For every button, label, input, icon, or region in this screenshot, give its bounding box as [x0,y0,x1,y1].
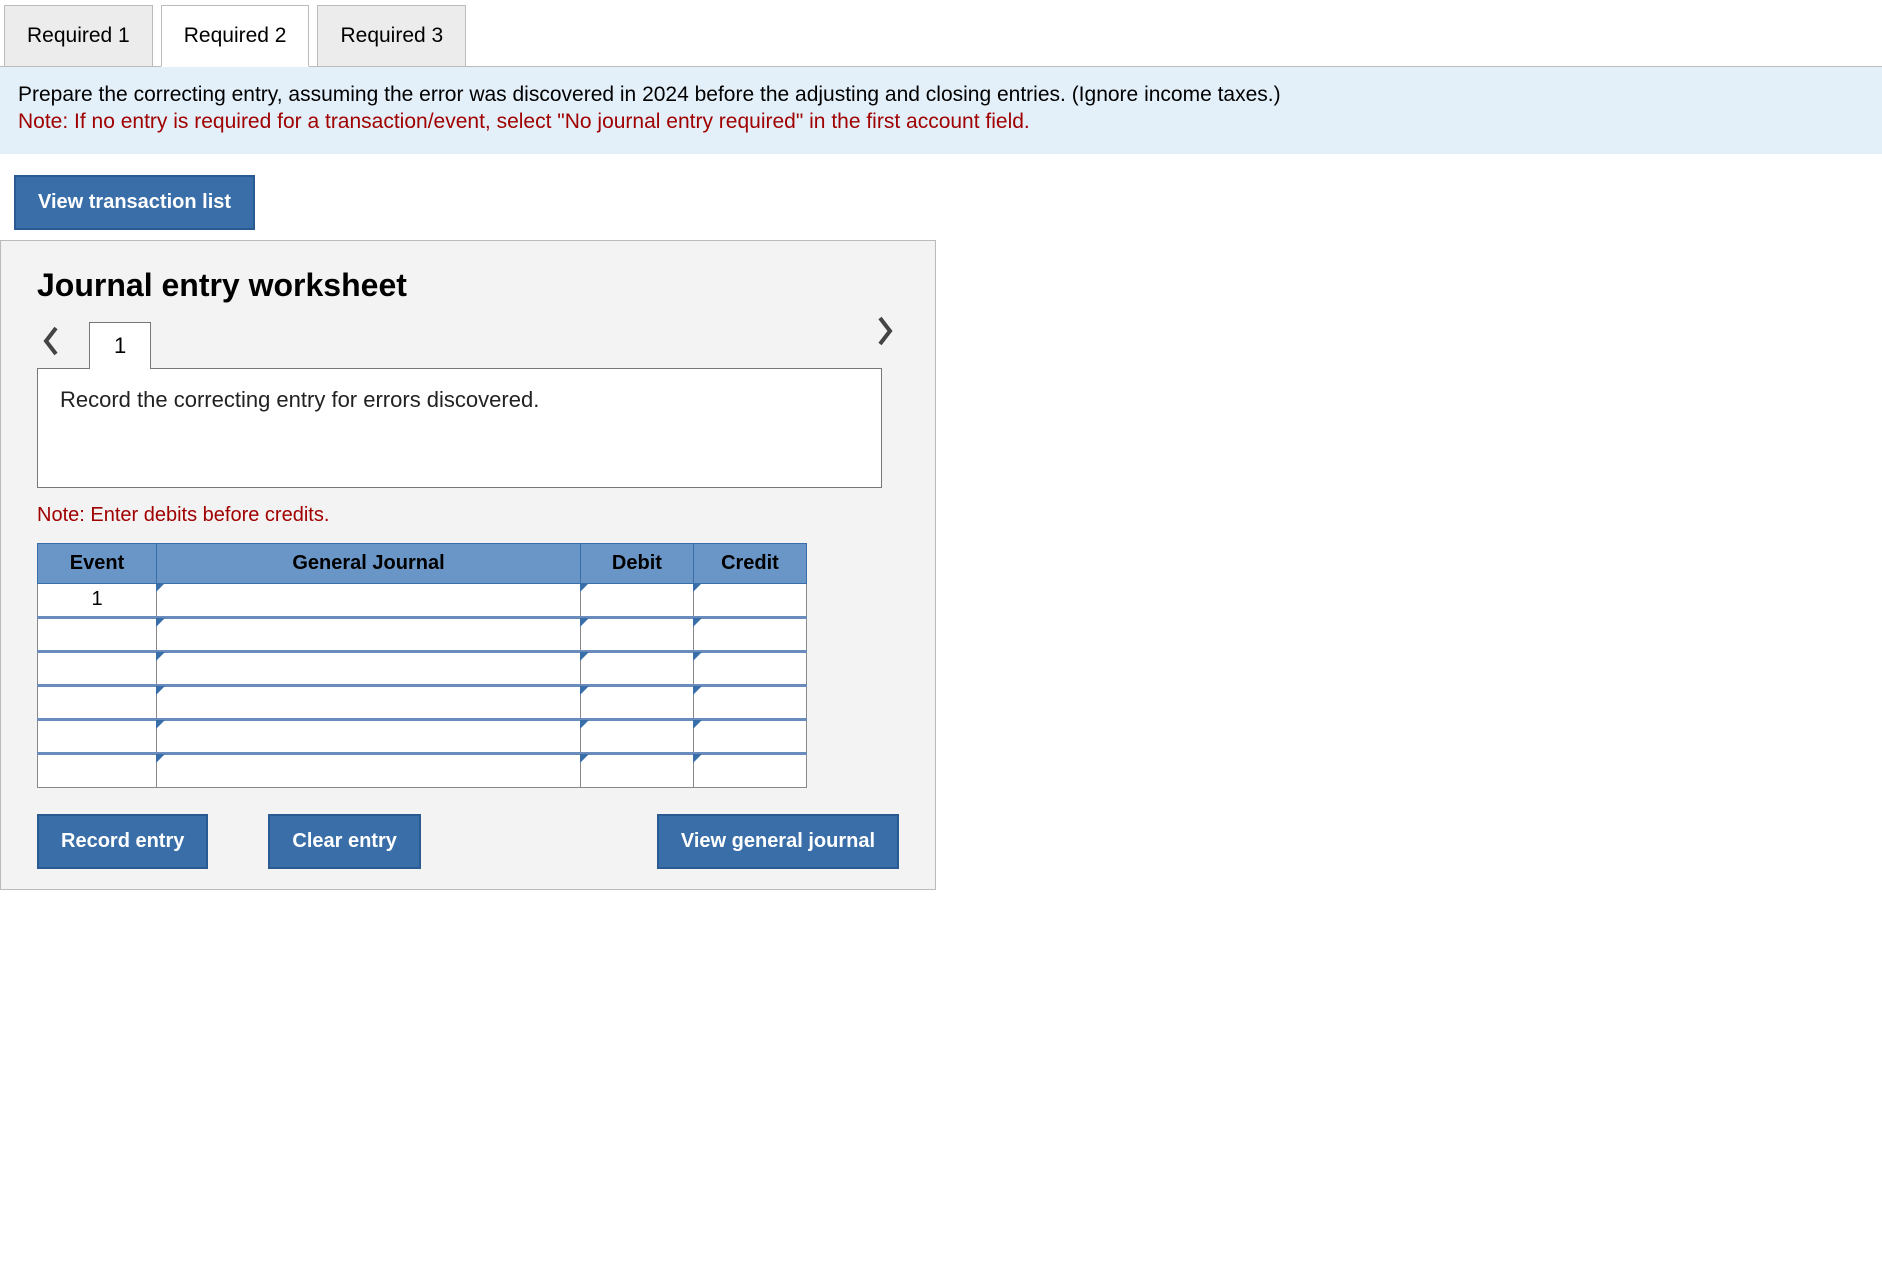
table-row [38,753,807,787]
event-cell [38,719,157,753]
journal-entry-worksheet: Journal entry worksheet 1 Record the cor… [0,240,936,890]
view-general-journal-button[interactable]: View general journal [657,814,899,869]
record-entry-button[interactable]: Record entry [37,814,208,869]
header-general-journal: General Journal [157,543,581,583]
entry-tab-1[interactable]: 1 [89,322,151,369]
general-journal-cell[interactable] [157,583,581,617]
credit-cell[interactable] [693,685,806,719]
view-transaction-list-button[interactable]: View transaction list [14,175,255,230]
debit-cell[interactable] [580,685,693,719]
general-journal-cell[interactable] [157,719,581,753]
table-row [38,617,807,651]
general-journal-cell[interactable] [157,753,581,787]
note-debits-before-credits: Note: Enter debits before credits. [37,504,899,527]
debit-cell[interactable] [580,651,693,685]
event-cell: 1 [38,583,157,617]
header-event: Event [38,543,157,583]
header-debit: Debit [580,543,693,583]
worksheet-title: Journal entry worksheet [37,267,899,304]
event-cell [38,753,157,787]
debit-cell[interactable] [580,753,693,787]
event-cell [38,617,157,651]
general-journal-cell[interactable] [157,617,581,651]
instruction-text-main: Prepare the correcting entry, assuming t… [18,81,1864,108]
entry-instruction-box: Record the correcting entry for errors d… [37,368,882,488]
event-cell [38,685,157,719]
tab-required-2[interactable]: Required 2 [161,5,310,67]
tab-required-3[interactable]: Required 3 [317,5,466,67]
debit-cell[interactable] [580,583,693,617]
table-row [38,685,807,719]
table-row [38,719,807,753]
credit-cell[interactable] [693,719,806,753]
tab-required-1[interactable]: Required 1 [4,5,153,67]
debit-cell[interactable] [580,617,693,651]
instructions-panel: Prepare the correcting entry, assuming t… [0,67,1882,155]
clear-entry-button[interactable]: Clear entry [268,814,421,869]
credit-cell[interactable] [693,753,806,787]
event-cell [38,651,157,685]
prev-entry-icon[interactable] [37,327,65,355]
credit-cell[interactable] [693,651,806,685]
journal-entry-table: Event General Journal Debit Credit 1 [37,543,807,788]
top-tabs: Required 1 Required 2 Required 3 [0,0,1882,67]
table-row [38,651,807,685]
header-credit: Credit [693,543,806,583]
instruction-text-note: Note: If no entry is required for a tran… [18,108,1864,135]
next-entry-icon[interactable] [871,317,899,345]
debit-cell[interactable] [580,719,693,753]
general-journal-cell[interactable] [157,685,581,719]
credit-cell[interactable] [693,617,806,651]
table-row: 1 [38,583,807,617]
general-journal-cell[interactable] [157,651,581,685]
credit-cell[interactable] [693,583,806,617]
